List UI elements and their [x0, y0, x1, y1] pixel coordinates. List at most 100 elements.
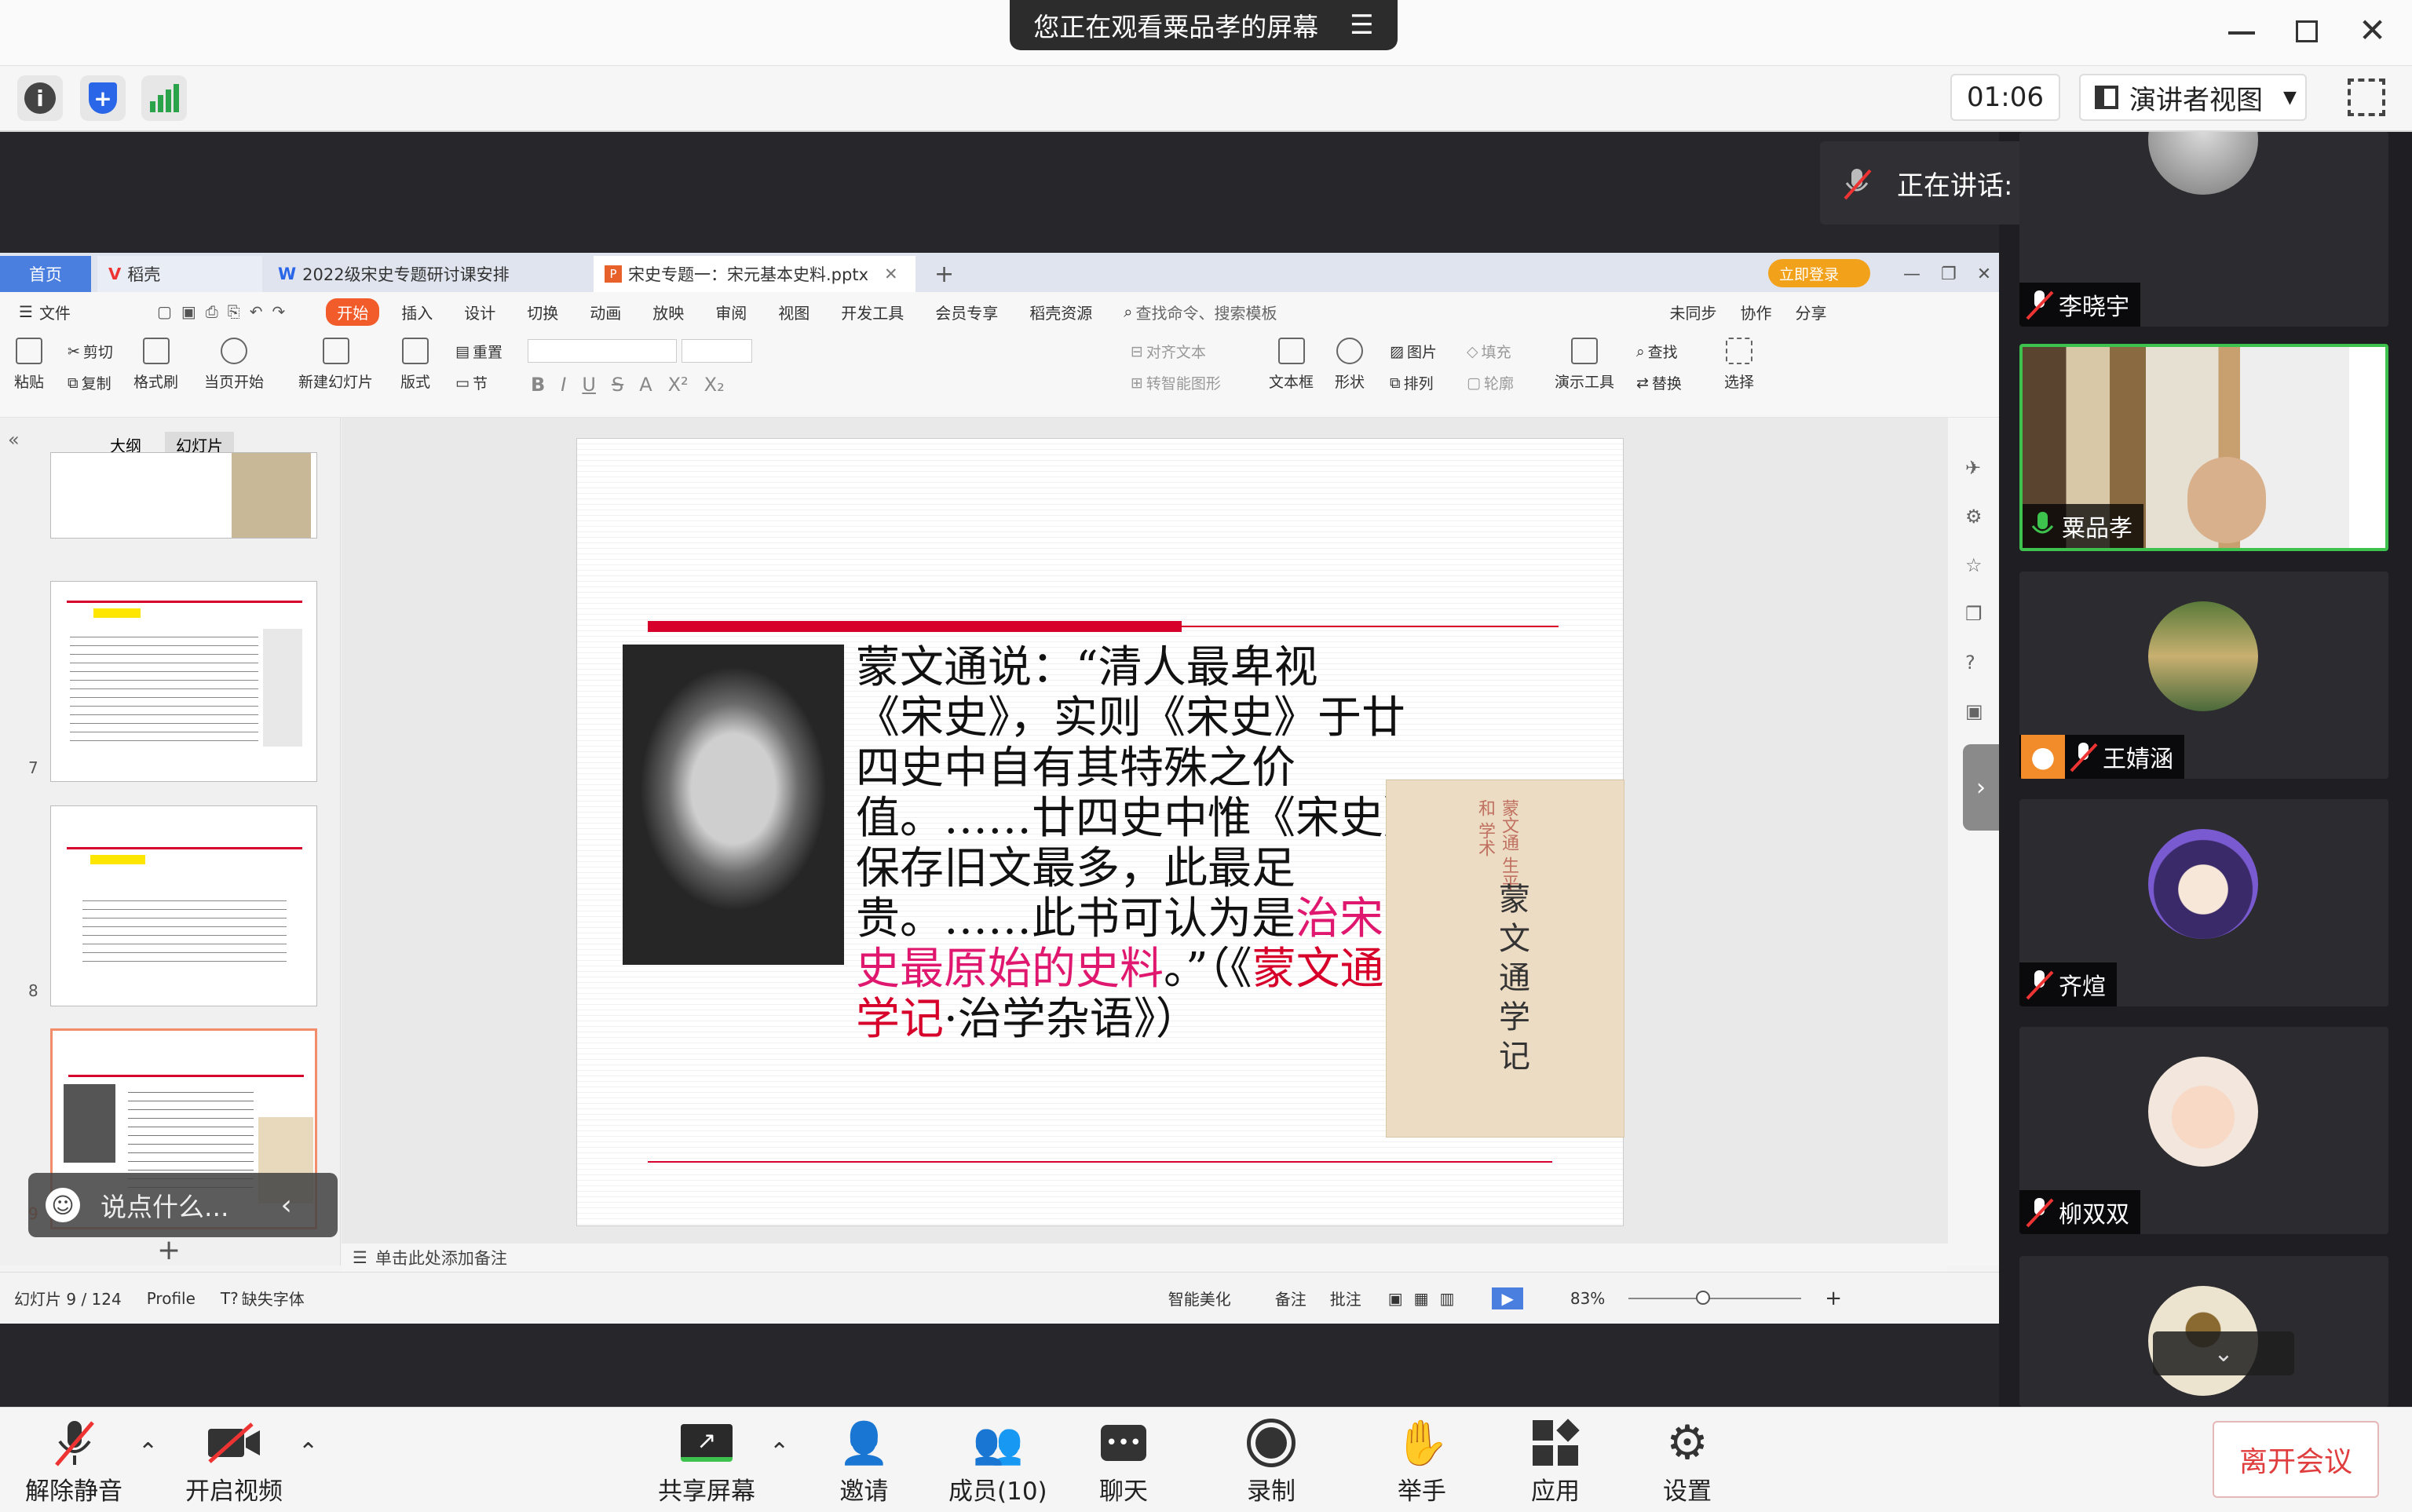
zoom-value[interactable]: 83% — [1570, 1289, 1605, 1308]
close-icon[interactable]: ✕ — [884, 265, 898, 283]
sync-status[interactable]: 未同步 — [1669, 301, 1716, 323]
play-slideshow-button[interactable]: ▶ — [1492, 1287, 1523, 1309]
start-video-button[interactable]: 开启视频 — [185, 1415, 283, 1507]
from-current-button[interactable]: 当页开始 — [204, 371, 264, 392]
search-icon[interactable]: ⌕ — [1124, 302, 1132, 321]
screen-share-banner[interactable]: 您正在观看粟品孝的屏幕 ☰ — [1010, 0, 1398, 50]
view-mode-icons[interactable]: ▣▦▥ — [1388, 1289, 1466, 1308]
shapes-button[interactable]: 形状 — [1335, 371, 1365, 392]
zoom-in-icon[interactable]: + — [1825, 1287, 1842, 1310]
menu-transition[interactable]: 切换 — [527, 301, 558, 323]
quick-tools[interactable]: ▢▣⎙⎘↶↷ — [157, 302, 294, 321]
fullscreen-icon[interactable] — [2348, 79, 2385, 116]
text-format-buttons[interactable]: B I U S A X² X₂ — [531, 374, 725, 396]
scroll-down-icon[interactable]: ⌄ — [2153, 1331, 2294, 1375]
participant-tile[interactable]: 柳双双 — [2019, 1027, 2388, 1234]
section-button[interactable]: 节 — [473, 372, 488, 393]
copy-button[interactable]: 复制 — [82, 372, 111, 393]
add-slide-icon[interactable]: + — [157, 1234, 181, 1266]
participant-tile[interactable]: ⌄ — [2019, 1256, 2388, 1407]
slide-thumbnail[interactable] — [50, 805, 317, 1006]
comment-button[interactable]: 批注 — [1330, 1287, 1361, 1309]
apps-button[interactable]: 应用 — [1531, 1415, 1580, 1507]
cut-button[interactable]: 剪切 — [83, 341, 113, 362]
tab-docer[interactable]: ᐯ 稻壳 — [97, 256, 262, 292]
leave-meeting-button[interactable]: 离开会议 — [2213, 1421, 2379, 1498]
find-button[interactable]: 查找 — [1648, 341, 1678, 362]
security-shield-icon[interactable]: + — [80, 75, 126, 121]
chevron-up-icon[interactable]: ⌃ — [138, 1438, 158, 1466]
participant-tile[interactable]: 齐煊 — [2019, 799, 2388, 1006]
menu-review[interactable]: 审阅 — [715, 301, 747, 323]
align-text-button[interactable]: 对齐文本 — [1146, 341, 1206, 362]
font-family-select[interactable] — [528, 339, 677, 363]
collapse-pane-icon[interactable]: « — [8, 429, 20, 451]
info-icon[interactable]: i — [17, 75, 63, 121]
slide-thumbnail[interactable] — [50, 581, 317, 782]
share-button[interactable]: 分享 — [1795, 301, 1826, 323]
command-search[interactable]: 查找命令、搜索模板 — [1135, 301, 1277, 323]
chevron-up-icon[interactable]: ⌃ — [769, 1438, 789, 1466]
window-controls[interactable]: — ❐ ✕ — [1892, 256, 1991, 292]
reset-button[interactable]: 重置 — [473, 341, 502, 362]
arrange-button[interactable]: 排列 — [1404, 372, 1434, 393]
presentation-tools-button[interactable]: 演示工具 — [1555, 371, 1614, 392]
paste-button[interactable]: 粘贴 — [14, 371, 44, 392]
menu-lines-icon[interactable]: ☰ — [1350, 9, 1373, 41]
menu-docer-resources[interactable]: 稻壳资源 — [1029, 301, 1092, 323]
notes-area[interactable]: ☰ 单击此处添加备注 — [342, 1244, 1948, 1272]
menu-slideshow[interactable]: 放映 — [652, 301, 684, 323]
zoom-slider[interactable] — [1628, 1290, 1802, 1305]
tab-home[interactable]: 首页 — [0, 256, 91, 292]
emoji-icon[interactable]: ☺ — [46, 1188, 80, 1222]
restore-icon[interactable] — [2296, 20, 2318, 42]
close-icon[interactable]: ✕ — [2359, 11, 2386, 49]
menu-file[interactable]: 文件 — [39, 301, 71, 323]
participant-tile-active[interactable]: 粟品孝 — [2019, 344, 2388, 551]
textbox-button[interactable]: 文本框 — [1269, 371, 1314, 392]
hamburger-icon[interactable]: ☰ — [19, 302, 33, 321]
convert-smart-button[interactable]: 转智能图形 — [1146, 372, 1221, 393]
login-button[interactable]: 立即登录 — [1768, 259, 1870, 287]
picture-button[interactable]: 图片 — [1407, 341, 1437, 362]
replace-button[interactable]: 替换 — [1652, 372, 1682, 393]
participant-tile[interactable]: 李晓宇 — [2019, 132, 2388, 327]
current-slide[interactable]: 蒙文通说：“清人最卑视《宋史》，实则《宋史》于廿四史中自有其特殊之价值。……廿四… — [576, 438, 1624, 1226]
menu-animation[interactable]: 动画 — [590, 301, 621, 323]
menu-start[interactable]: 开始 — [326, 298, 380, 326]
pane-expand-handle[interactable]: › — [1963, 744, 1999, 831]
missing-font-button[interactable]: 缺失字体 — [242, 1287, 305, 1309]
settings-button[interactable]: ⚙ 设置 — [1663, 1415, 1712, 1507]
record-button[interactable]: 录制 — [1247, 1415, 1296, 1507]
chevron-left-icon[interactable]: ‹ — [280, 1189, 291, 1222]
menu-insert[interactable]: 插入 — [401, 301, 433, 323]
format-painter-button[interactable]: 格式刷 — [133, 371, 178, 392]
unmute-button[interactable]: 解除静音 — [25, 1415, 122, 1507]
new-slide-button[interactable]: 新建幻灯片 — [298, 371, 373, 392]
chevron-up-icon[interactable]: ⌃ — [298, 1438, 318, 1466]
new-tab-button[interactable]: + — [923, 256, 954, 292]
font-size-select[interactable] — [682, 339, 752, 363]
minimize-icon[interactable] — [2228, 31, 2255, 35]
profile-label[interactable]: Profile — [147, 1289, 196, 1308]
menu-design[interactable]: 设计 — [464, 301, 495, 323]
beautify-button[interactable]: 智能美化 — [1168, 1287, 1231, 1309]
participant-tile[interactable]: ● 王婧涵 — [2019, 572, 2388, 779]
signal-bars-icon[interactable] — [141, 75, 187, 121]
layout-button[interactable]: 版式 — [400, 371, 430, 392]
view-mode-dropdown[interactable]: 演讲者视图 ▼ — [2079, 74, 2307, 121]
invite-button[interactable]: 👤 邀请 — [839, 1415, 890, 1507]
fill-button[interactable]: 填充 — [1482, 341, 1511, 362]
chat-button[interactable]: ••• 聊天 — [1099, 1415, 1148, 1507]
slide-thumbnail[interactable] — [50, 452, 317, 539]
members-button[interactable]: 👥 成员(10) — [948, 1415, 1047, 1507]
side-tool-icons[interactable]: ✈⚙☆❐?▣◎ — [1965, 457, 1983, 771]
raise-hand-button[interactable]: ✋ 举手 — [1394, 1415, 1449, 1507]
menu-member[interactable]: 会员专享 — [935, 301, 998, 323]
share-screen-button[interactable]: ↗ 共享屏幕 — [658, 1415, 755, 1507]
collaborate-button[interactable]: 协作 — [1740, 301, 1771, 323]
notes-toggle[interactable]: 备注 — [1275, 1287, 1306, 1309]
tab-pptx-active[interactable]: P 宋史专题一：宋元基本史料.pptx ✕ — [594, 256, 915, 292]
menu-view[interactable]: 视图 — [778, 301, 809, 323]
menu-developer[interactable]: 开发工具 — [841, 301, 904, 323]
